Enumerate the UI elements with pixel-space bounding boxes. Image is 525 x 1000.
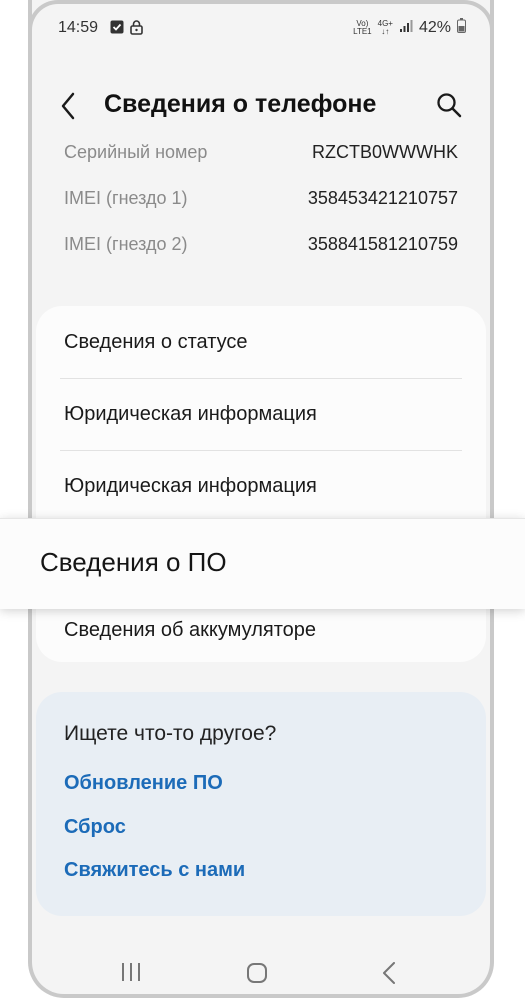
search-icon[interactable] xyxy=(436,92,462,123)
menu-item-legal[interactable]: Юридическая информация xyxy=(64,378,458,450)
lock-icon xyxy=(130,20,143,40)
navigation-bar xyxy=(32,950,490,994)
signal-icon xyxy=(399,19,413,38)
info-value: RZCTB0WWWHK xyxy=(312,142,458,162)
network-type-indicator: 4G+ ↓↑ xyxy=(377,19,393,36)
battery-percent: 42% xyxy=(418,19,451,36)
suggestions-title: Ищете что-то другое? xyxy=(64,722,277,745)
recents-icon[interactable] xyxy=(120,962,142,987)
info-row-serial: Серийный номер RZCTB0WWWHK xyxy=(64,142,458,172)
info-label: IMEI (гнездо 1) xyxy=(64,188,188,208)
data-arrows-icon: ↓↑ xyxy=(381,27,390,36)
info-row-imei-1: IMEI (гнездо 1) 358453421210757 xyxy=(64,188,458,218)
status-time: 14:59 xyxy=(58,19,99,36)
nav-back-icon[interactable] xyxy=(382,962,396,989)
page-title: Сведения о телефоне xyxy=(104,90,377,118)
info-label: IMEI (гнездо 2) xyxy=(64,234,188,254)
menu-item-status[interactable]: Сведения о статусе xyxy=(64,306,458,378)
link-software-update[interactable]: Обновление ПО xyxy=(64,772,223,795)
phone-screen: 14:59 Vo) LTE1 4G+ ↓↑ 42% Сведения о тел… xyxy=(28,0,494,998)
menu-item-software-info[interactable]: Сведения о ПО xyxy=(40,547,227,578)
status-icons: Vo) LTE1 4G+ ↓↑ 42% xyxy=(353,18,466,38)
info-value: 358453421210757 xyxy=(307,188,458,208)
battery-icon xyxy=(457,18,466,38)
link-reset[interactable]: Сброс xyxy=(64,816,126,839)
message-check-icon xyxy=(110,20,124,39)
info-label: Серийный номер xyxy=(64,142,208,162)
highlighted-menu-item-software[interactable]: Сведения о ПО xyxy=(0,518,525,609)
info-row-imei-2: IMEI (гнездо 2) 358841581210759 xyxy=(64,234,458,264)
info-value: 358841581210759 xyxy=(307,234,458,254)
menu-item-legal-2[interactable]: Юридическая информация xyxy=(64,450,458,522)
suggestions-card: Ищете что-то другое? Обновление ПО Сброс… xyxy=(36,692,486,916)
status-bar: 14:59 Vo) LTE1 4G+ ↓↑ 42% xyxy=(32,0,490,58)
volte-indicator: Vo) LTE1 xyxy=(353,19,372,36)
app-header: Сведения о телефоне xyxy=(32,78,490,134)
link-contact-us[interactable]: Свяжитесь с нами xyxy=(64,859,245,882)
back-arrow-icon[interactable] xyxy=(60,92,76,125)
home-icon[interactable] xyxy=(246,962,268,989)
